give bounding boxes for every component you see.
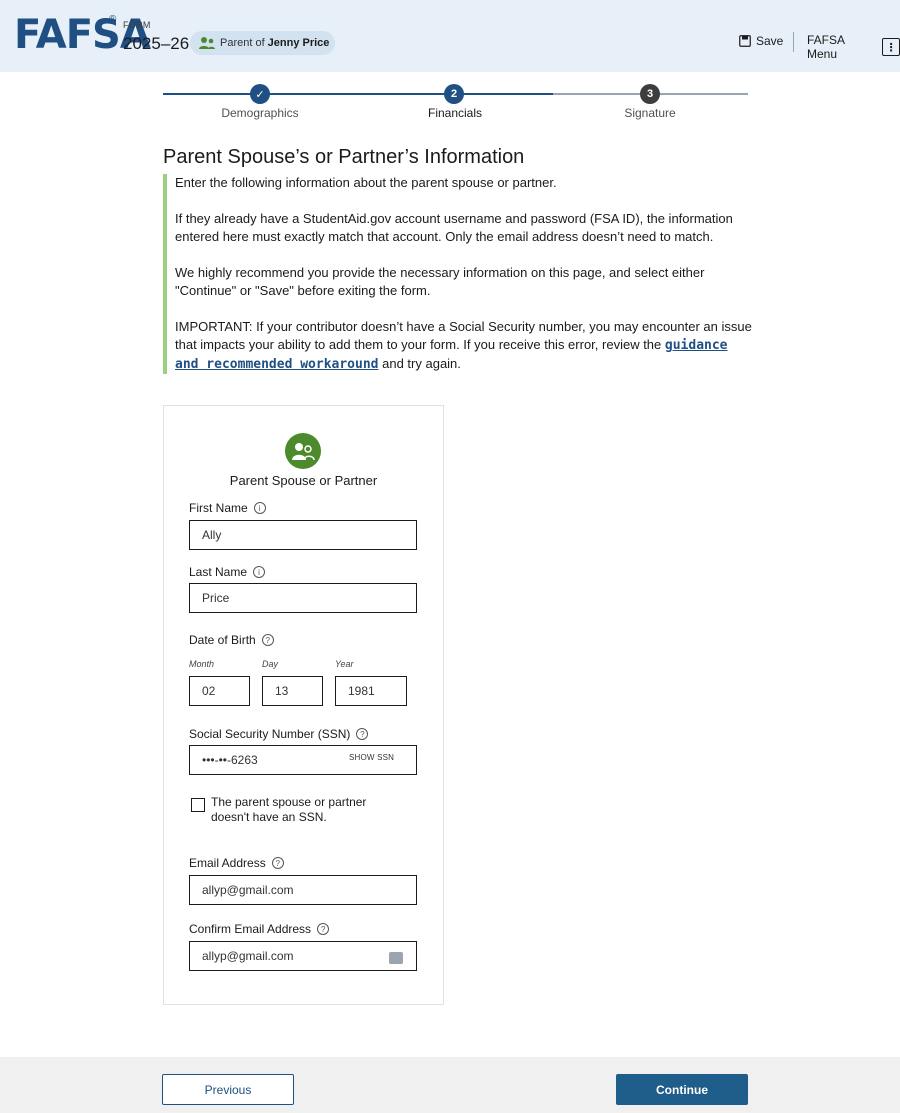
important-paragraph: IMPORTANT: If your contributor doesn’t h… [175,318,753,374]
step-label-signature: Signature [624,106,676,120]
first-name-label-text: First Name [189,501,248,515]
footer-bar [0,1057,900,1113]
site-header: FAFSA ® FORM 2025–26 Parent of Jenny Pri… [0,0,900,72]
people-icon [199,37,215,49]
card-title: Parent Spouse or Partner [229,473,378,488]
last-name-input[interactable] [189,583,417,613]
confirm-email-label: Confirm Email Address ? [189,922,330,936]
email-label: Email Address ? [189,856,284,870]
no-ssn-checkbox[interactable] [191,798,205,812]
stepper-progress-complete [163,93,553,95]
email-input[interactable] [189,875,417,905]
step-label-financials: Financials [427,106,483,120]
dob-day-label: Day [262,659,279,669]
dob-day-input[interactable] [262,676,323,706]
continue-button[interactable]: Continue [616,1074,748,1105]
save-label: Save [756,34,784,48]
first-name-label: First Name i [189,501,266,515]
step-signature-number: 3 [640,84,660,104]
ssn-label: Social Security Number (SSN) ? [189,727,369,741]
help-icon[interactable]: ? [317,923,330,935]
email-label-text: Email Address [189,856,266,870]
dob-label: Date of Birth ? [189,633,274,647]
confirm-email-label-text: Confirm Email Address [189,922,312,936]
show-ssn-button[interactable]: SHOW SSN [349,753,394,762]
last-name-label-text: Last Name [189,565,248,579]
confirm-email-input[interactable] [189,941,417,971]
intro-paragraph: Enter the following information about th… [175,175,557,190]
page-title: Parent Spouse’s or Partner’s Information [163,146,525,168]
step-label-demographics: Demographics [221,106,299,120]
dob-month-label: Month [189,659,215,669]
form-label: FORM [123,20,151,30]
intro-callout: Enter the following information about th… [163,174,753,374]
info-icon[interactable]: i [253,566,266,578]
people-icon [292,443,315,461]
ssn-label-text: Social Security Number (SSN) [189,727,351,741]
parent-name: Jenny Price [267,37,330,49]
previous-button[interactable]: Previous [162,1074,294,1105]
no-ssn-checkbox-label[interactable]: The parent spouse or partner doesn't hav… [211,795,401,825]
spouse-info-card: Parent Spouse or Partner First Name i La… [163,405,444,1005]
step-financials-number: 2 [444,84,464,104]
help-icon[interactable]: ? [261,634,274,646]
help-icon[interactable]: ? [271,857,284,869]
dob-year-label: Year [335,659,354,669]
step-demographics-check-icon: ✓ [250,84,270,104]
dob-month-input[interactable] [189,676,250,706]
help-icon[interactable]: ? [356,728,369,740]
last-name-label: Last Name i [189,565,266,579]
save-icon [739,35,751,47]
intro-paragraph: We highly recommend you provide the nece… [175,265,705,298]
info-icon[interactable]: i [253,502,266,514]
important-text-end: and try again. [382,356,461,371]
parent-prefix: Parent of [220,37,265,49]
parent-spouse-avatar-icon [285,433,321,469]
fafsa-menu-button[interactable]: FAFSA Menu ⋮ [807,33,900,61]
logo-registered-mark: ® [109,14,117,25]
intro-paragraph: If they already have a StudentAid.gov ac… [175,211,733,244]
menu-icon: ⋮ [882,38,900,56]
first-name-input[interactable] [189,520,417,550]
header-divider [793,32,794,52]
menu-label: FAFSA Menu [807,33,845,61]
parent-of-badge: Parent of Jenny Price [190,31,335,55]
save-button[interactable]: Save [739,34,783,48]
autofill-icon[interactable] [389,952,403,964]
form-year: 2025–26 [123,34,190,53]
dob-year-input[interactable] [335,676,407,706]
dob-label-text: Date of Birth [189,633,256,647]
